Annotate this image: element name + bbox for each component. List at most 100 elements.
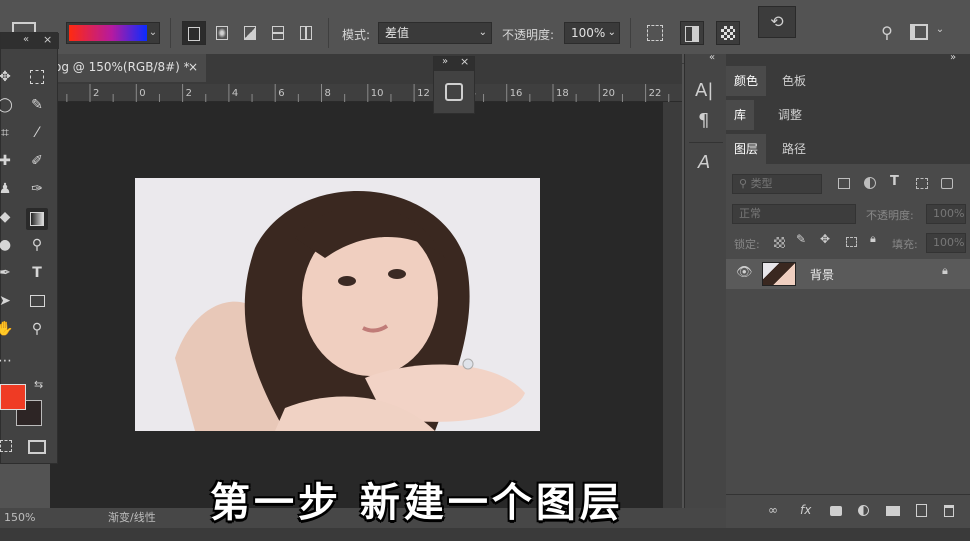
brush-tool-icon[interactable]: ✐	[26, 150, 48, 172]
filter-smartobject-icon[interactable]	[941, 178, 953, 189]
collapse-icon[interactable]: «	[23, 34, 29, 45]
eyedropper-tool-icon[interactable]: ⁄	[26, 122, 48, 144]
zoom-tool-icon[interactable]: ⚲	[26, 318, 48, 340]
ruler-label: 2	[186, 88, 192, 99]
opacity-field[interactable]: 100% ⌄	[564, 22, 620, 44]
fill-field[interactable]: 100%	[926, 233, 966, 253]
lock-artboard-icon[interactable]	[846, 237, 857, 247]
blur-tool-icon[interactable]: ●	[0, 234, 16, 256]
filter-shape-icon[interactable]	[916, 178, 928, 189]
type-tool-icon[interactable]: T	[26, 262, 48, 284]
add-mask-icon[interactable]	[830, 506, 842, 516]
info-panel-icon[interactable]	[445, 83, 463, 101]
diamond-gradient-button[interactable]	[294, 21, 318, 45]
current-tool-info: 渐变/线性	[108, 511, 156, 524]
radial-gradient-button[interactable]	[210, 21, 234, 45]
gradient-tool-icon[interactable]	[26, 208, 48, 230]
blend-mode-select[interactable]: 正常	[732, 204, 856, 224]
floating-panel-header: » ×	[434, 55, 474, 71]
chevron-down-icon: ⌄	[478, 27, 487, 38]
color-panel-tabs: 颜色 色板	[726, 66, 970, 96]
filter-pixel-icon[interactable]	[838, 178, 850, 189]
reverse-button[interactable]	[644, 22, 666, 44]
collapse-icon[interactable]: »	[950, 52, 956, 63]
fill-value: 100%	[933, 236, 965, 249]
close-icon[interactable]: ×	[460, 55, 469, 68]
workspace-icon[interactable]	[910, 24, 928, 40]
paragraph-panel-icon[interactable]: ¶	[698, 110, 709, 131]
screen-mode-icon[interactable]	[28, 440, 46, 454]
collapse-icon[interactable]: «	[709, 52, 715, 63]
filter-adjustment-icon[interactable]	[864, 177, 876, 189]
ruler-label: 10	[371, 88, 384, 99]
tab-color[interactable]: 颜色	[726, 66, 767, 96]
rotate-view-icon[interactable]: ⟲	[758, 6, 796, 38]
close-icon[interactable]: ×	[43, 33, 52, 46]
hand-tool-icon[interactable]: ✋	[0, 318, 16, 340]
healing-tool-icon[interactable]: ✚	[0, 150, 16, 172]
lasso-tool-icon[interactable]: ◯	[0, 94, 16, 116]
foreground-color-swatch[interactable]	[0, 384, 26, 410]
layers-panel: ⚲ 类型 T 正常 不透明度: 100% 锁定: ✎ ✥ 🔒︎ 填充: 100%…	[726, 164, 970, 494]
tab-paths[interactable]: 路径	[774, 134, 814, 164]
link-layers-icon[interactable]: ∞	[768, 503, 778, 517]
visibility-eye-icon[interactable]: 👁︎	[736, 265, 753, 280]
gradient-picker[interactable]: ⌄	[66, 22, 160, 44]
collapse-icon[interactable]: »	[442, 56, 448, 67]
glyphs-panel-icon[interactable]: A	[698, 152, 710, 173]
folder-icon[interactable]	[886, 506, 900, 516]
vertical-scrollbar[interactable]	[663, 102, 682, 508]
pen-tool-icon[interactable]: ✒	[0, 262, 16, 284]
layers-panel-tabs: 图层 路径	[726, 134, 970, 164]
lock-move-icon[interactable]: ✥	[820, 232, 830, 246]
mode-label: 模式:	[342, 28, 371, 42]
angle-gradient-button[interactable]	[238, 21, 262, 45]
path-select-tool-icon[interactable]: ➤	[0, 290, 16, 312]
lock-all-icon[interactable]: 🔒︎	[870, 232, 876, 246]
document-tab[interactable]: og @ 150%(RGB/8#) * ×	[50, 54, 206, 82]
filter-type-icon[interactable]: T	[890, 174, 899, 189]
horizontal-ruler: 20246810121416182022	[50, 84, 682, 102]
ruler-label: 20	[602, 88, 615, 99]
layer-opacity-value: 100%	[933, 207, 965, 220]
new-layer-icon[interactable]	[916, 504, 927, 517]
mode-select[interactable]: 差值 ⌄	[378, 22, 492, 44]
character-panel-icon[interactable]: A|	[695, 80, 713, 101]
close-icon[interactable]: ×	[188, 54, 198, 80]
layer-row-background[interactable]: 👁︎ 背景 🔒︎	[726, 259, 970, 289]
quick-select-tool-icon[interactable]: ✎	[26, 94, 48, 116]
rectangle-tool-icon[interactable]	[26, 290, 48, 312]
lock-transparent-icon[interactable]	[774, 237, 785, 248]
linear-gradient-button[interactable]	[182, 21, 206, 45]
tab-library[interactable]: 库	[726, 100, 755, 130]
eraser-tool-icon[interactable]: ◆	[0, 206, 16, 228]
more-tools-icon[interactable]: ⋯	[0, 350, 16, 372]
blend-mode-value: 正常	[739, 207, 761, 220]
fx-icon[interactable]: fx	[800, 503, 811, 517]
search-icon[interactable]: ⚲	[876, 22, 898, 44]
layer-opacity-field[interactable]: 100%	[926, 204, 966, 224]
transparency-button[interactable]	[716, 21, 740, 45]
layer-filter-select[interactable]: ⚲ 类型	[732, 174, 822, 194]
history-brush-tool-icon[interactable]: ✑	[26, 178, 48, 200]
tab-swatches[interactable]: 色板	[774, 66, 814, 96]
dither-button[interactable]	[680, 21, 704, 45]
tab-adjustments[interactable]: 调整	[770, 100, 810, 130]
trash-icon[interactable]	[944, 505, 954, 517]
ruler-label: 0	[139, 88, 145, 99]
lock-paint-icon[interactable]: ✎	[796, 232, 806, 246]
reflected-gradient-button[interactable]	[266, 21, 290, 45]
adjustment-layer-icon[interactable]	[858, 505, 869, 516]
chevron-down-icon[interactable]: ⌄	[934, 24, 946, 42]
crop-tool-icon[interactable]: ⌗	[0, 122, 16, 144]
divider	[328, 18, 329, 48]
swap-colors-icon[interactable]: ⇆	[34, 378, 43, 391]
dodge-tool-icon[interactable]: ⚲	[26, 234, 48, 256]
move-tool-icon[interactable]: ✥	[0, 66, 16, 88]
quick-mask-icon[interactable]	[0, 440, 12, 452]
document-tab-title: og @ 150%(RGB/8#) *	[54, 60, 190, 74]
marquee-tool-icon[interactable]	[26, 66, 48, 88]
opacity-value: 100%	[571, 26, 606, 40]
tab-layers[interactable]: 图层	[726, 134, 767, 164]
stamp-tool-icon[interactable]: ♟	[0, 178, 16, 200]
